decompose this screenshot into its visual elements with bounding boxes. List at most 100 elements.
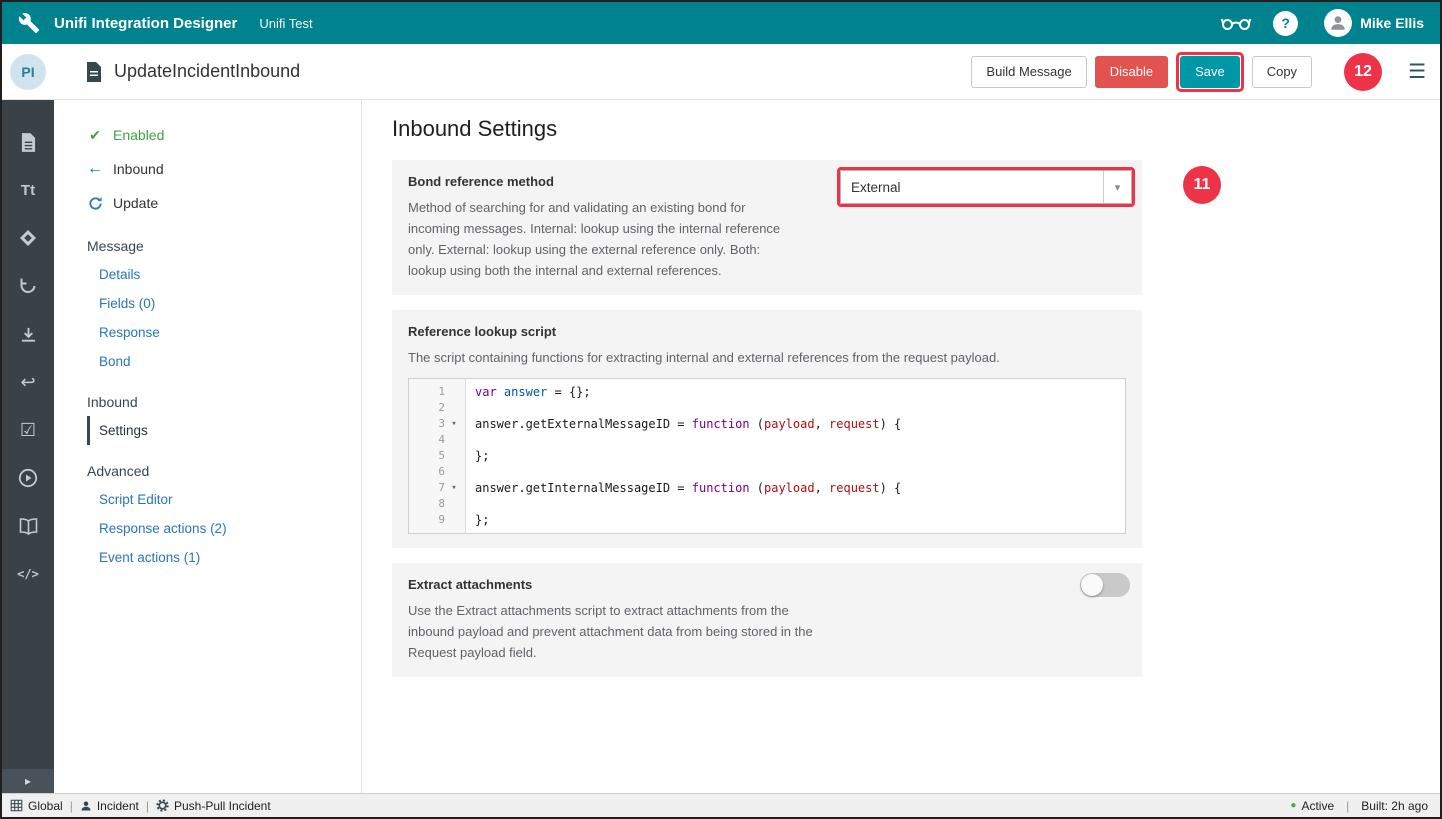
workspace-name: Unifi Test (259, 16, 312, 31)
nav-link-fields[interactable]: Fields (0) (87, 289, 361, 318)
process-indicator[interactable]: Push-Pull Incident (156, 799, 271, 813)
disable-button[interactable]: Disable (1095, 56, 1168, 88)
build-info: Built: 2h ago (1361, 799, 1428, 813)
code-line: 1var answer = {}; (409, 384, 1125, 400)
code-line: 8 (409, 496, 1125, 512)
line-number: 2 (409, 400, 445, 416)
undo-icon[interactable]: ↩ (2, 358, 54, 406)
main-content: Inbound Settings Bond reference method M… (362, 100, 1440, 793)
play-circle-icon[interactable] (2, 454, 54, 502)
nav-link-response[interactable]: Response (87, 318, 361, 347)
separator: | (146, 799, 149, 813)
nav-link-event-actions[interactable]: Event actions (1) (87, 543, 361, 572)
bond-reference-card: Bond reference method Method of searchin… (392, 160, 1142, 295)
app-window: Unifi Integration Designer Unifi Test ? … (0, 0, 1442, 819)
extract-attachments-description: Use the Extract attachments script to ex… (408, 600, 813, 663)
diamond-icon[interactable] (2, 214, 54, 262)
body: Tt ↩ ☑ </> ▸ ✔ Enabled (2, 100, 1440, 793)
record-header: PI UpdateIncidentInbound Build Message D… (2, 44, 1440, 100)
bond-reference-select[interactable]: External ▾ (840, 170, 1132, 204)
menu-icon[interactable]: ☰ (1408, 62, 1426, 82)
status-label: Active (1301, 799, 1334, 813)
task-check-icon[interactable]: ☑ (2, 406, 54, 454)
nav-enabled[interactable]: ✔ Enabled (87, 118, 361, 152)
code-line: 3▾answer.getExternalMessageID = function… (409, 416, 1125, 432)
person-icon (80, 800, 92, 812)
code-text (463, 400, 475, 416)
code-text: }; (463, 448, 489, 464)
nav-inbound-label: Inbound (113, 161, 164, 177)
code-glyph: </> (17, 567, 39, 581)
nav-link-script-editor[interactable]: Script Editor (87, 485, 361, 514)
nav-link-response-actions[interactable]: Response actions (2) (87, 514, 361, 543)
code-text: answer.getInternalMessageID = function (… (463, 480, 901, 496)
annotation-box-select: External ▾ (837, 167, 1135, 207)
status-dot: ● (1290, 800, 1296, 811)
entity-indicator[interactable]: Incident (80, 799, 139, 813)
fold-gutter (445, 512, 463, 528)
fold-toggle-icon[interactable]: ▾ (445, 416, 463, 432)
grid-icon (10, 799, 23, 812)
wrench-icon[interactable] (18, 12, 40, 34)
book-icon[interactable] (2, 502, 54, 550)
sync-icon[interactable] (2, 262, 54, 310)
bond-reference-value: External (841, 171, 1103, 203)
copy-button[interactable]: Copy (1252, 56, 1312, 88)
sidebar-expand-button[interactable]: ▸ (2, 769, 54, 793)
bond-method-description: Method of searching for and validating a… (408, 197, 788, 281)
code-editor[interactable]: 1var answer = {};23▾answer.getExternalMe… (408, 378, 1126, 534)
build-message-button[interactable]: Build Message (971, 56, 1086, 88)
nav-section-inbound: Inbound (87, 394, 361, 410)
fold-gutter (445, 464, 463, 480)
user-avatar-icon[interactable] (1324, 9, 1352, 37)
line-number: 9 (409, 512, 445, 528)
nav-inbound[interactable]: ← Inbound (87, 152, 361, 186)
line-number: 7 (409, 480, 445, 496)
nav-update-label: Update (113, 195, 158, 211)
nav-update[interactable]: Update (87, 186, 361, 220)
side-nav: ✔ Enabled ← Inbound Update Message Detai… (54, 100, 362, 793)
save-button[interactable]: Save (1180, 56, 1240, 88)
annotation-circle-12: 12 (1344, 53, 1382, 91)
line-number: 3 (409, 416, 445, 432)
entity-label: Incident (97, 799, 139, 813)
glasses-icon[interactable] (1221, 15, 1251, 31)
text-format-glyph: Tt (21, 182, 35, 199)
process-avatar[interactable]: PI (10, 54, 46, 90)
page-title: Inbound Settings (392, 116, 1440, 142)
app-title: Unifi Integration Designer (54, 15, 237, 32)
code-line: 7▾answer.getInternalMessageID = function… (409, 480, 1125, 496)
fold-toggle-icon[interactable]: ▾ (445, 480, 463, 496)
code-rows: 1var answer = {};23▾answer.getExternalMe… (409, 384, 1125, 528)
nav-link-bond[interactable]: Bond (87, 347, 361, 376)
code-line: 6 (409, 464, 1125, 480)
inbound-arrow-icon: ← (87, 160, 103, 178)
extract-attachments-toggle[interactable] (1080, 573, 1130, 597)
code-text (463, 464, 475, 480)
nav-link-settings[interactable]: Settings (87, 416, 361, 445)
nav-section-advanced: Advanced (87, 463, 361, 479)
process-label: Push-Pull Incident (174, 799, 271, 813)
separator: | (70, 799, 73, 813)
text-format-icon[interactable]: Tt (2, 166, 54, 214)
file-icon[interactable] (2, 118, 54, 166)
scope-indicator[interactable]: Global (10, 799, 63, 813)
separator: | (1346, 799, 1349, 813)
code-text: }; (463, 512, 489, 528)
help-icon[interactable]: ? (1273, 11, 1298, 36)
nav-enabled-label: Enabled (113, 127, 164, 143)
line-number: 4 (409, 432, 445, 448)
nav-link-details[interactable]: Details (87, 260, 361, 289)
code-text (463, 432, 475, 448)
code-icon[interactable]: </> (2, 550, 54, 598)
refresh-icon (87, 196, 103, 211)
fold-gutter (445, 384, 463, 400)
code-line: 2 (409, 400, 1125, 416)
lookup-script-label: Reference lookup script (408, 324, 1126, 339)
code-text: answer.getExternalMessageID = function (… (463, 416, 901, 432)
line-number: 6 (409, 464, 445, 480)
check-icon: ✔ (87, 127, 103, 144)
extract-attachments-label: Extract attachments (408, 577, 1126, 592)
task-check-glyph: ☑ (20, 420, 36, 441)
download-icon[interactable] (2, 310, 54, 358)
